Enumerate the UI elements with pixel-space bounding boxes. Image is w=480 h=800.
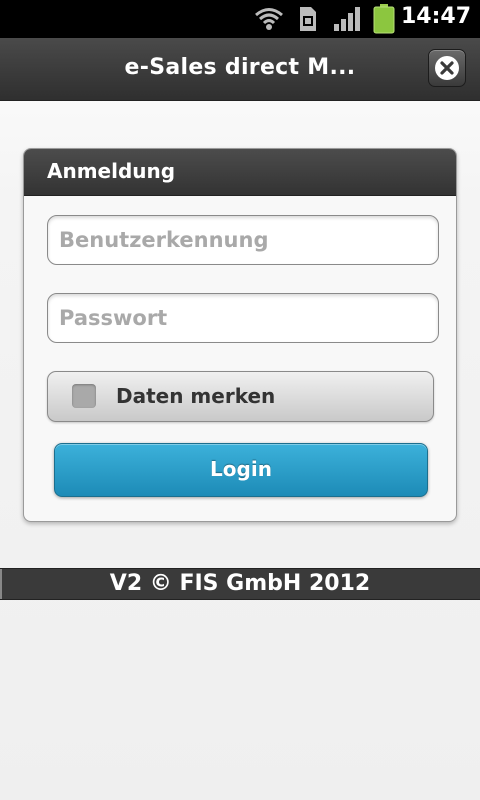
password-input[interactable] — [47, 293, 439, 343]
login-panel: Anmeldung Daten merken Login — [23, 148, 457, 522]
login-panel-title: Anmeldung — [47, 159, 176, 183]
wifi-icon — [255, 8, 283, 30]
battery-icon — [373, 4, 395, 34]
login-panel-header: Anmeldung — [24, 149, 456, 196]
close-icon — [435, 56, 459, 80]
remember-checkbox[interactable] — [72, 384, 96, 408]
app-header: e-Sales direct M... — [0, 38, 480, 101]
footer-copyright: V2 © FIS GmbH 2012 — [109, 571, 371, 596]
status-bar: 14:47 — [0, 0, 480, 38]
remember-data-toggle[interactable]: Daten merken — [47, 371, 434, 422]
sim-card-icon — [300, 7, 316, 31]
remember-label: Daten merken — [116, 384, 276, 408]
status-time: 14:47 — [400, 4, 471, 29]
signal-icon — [334, 7, 360, 31]
username-input[interactable] — [47, 215, 439, 265]
footer-bar: V2 © FIS GmbH 2012 — [0, 568, 480, 600]
login-button[interactable]: Login — [54, 443, 428, 497]
close-button[interactable] — [428, 49, 466, 87]
page-title: e-Sales direct M... — [124, 55, 356, 80]
